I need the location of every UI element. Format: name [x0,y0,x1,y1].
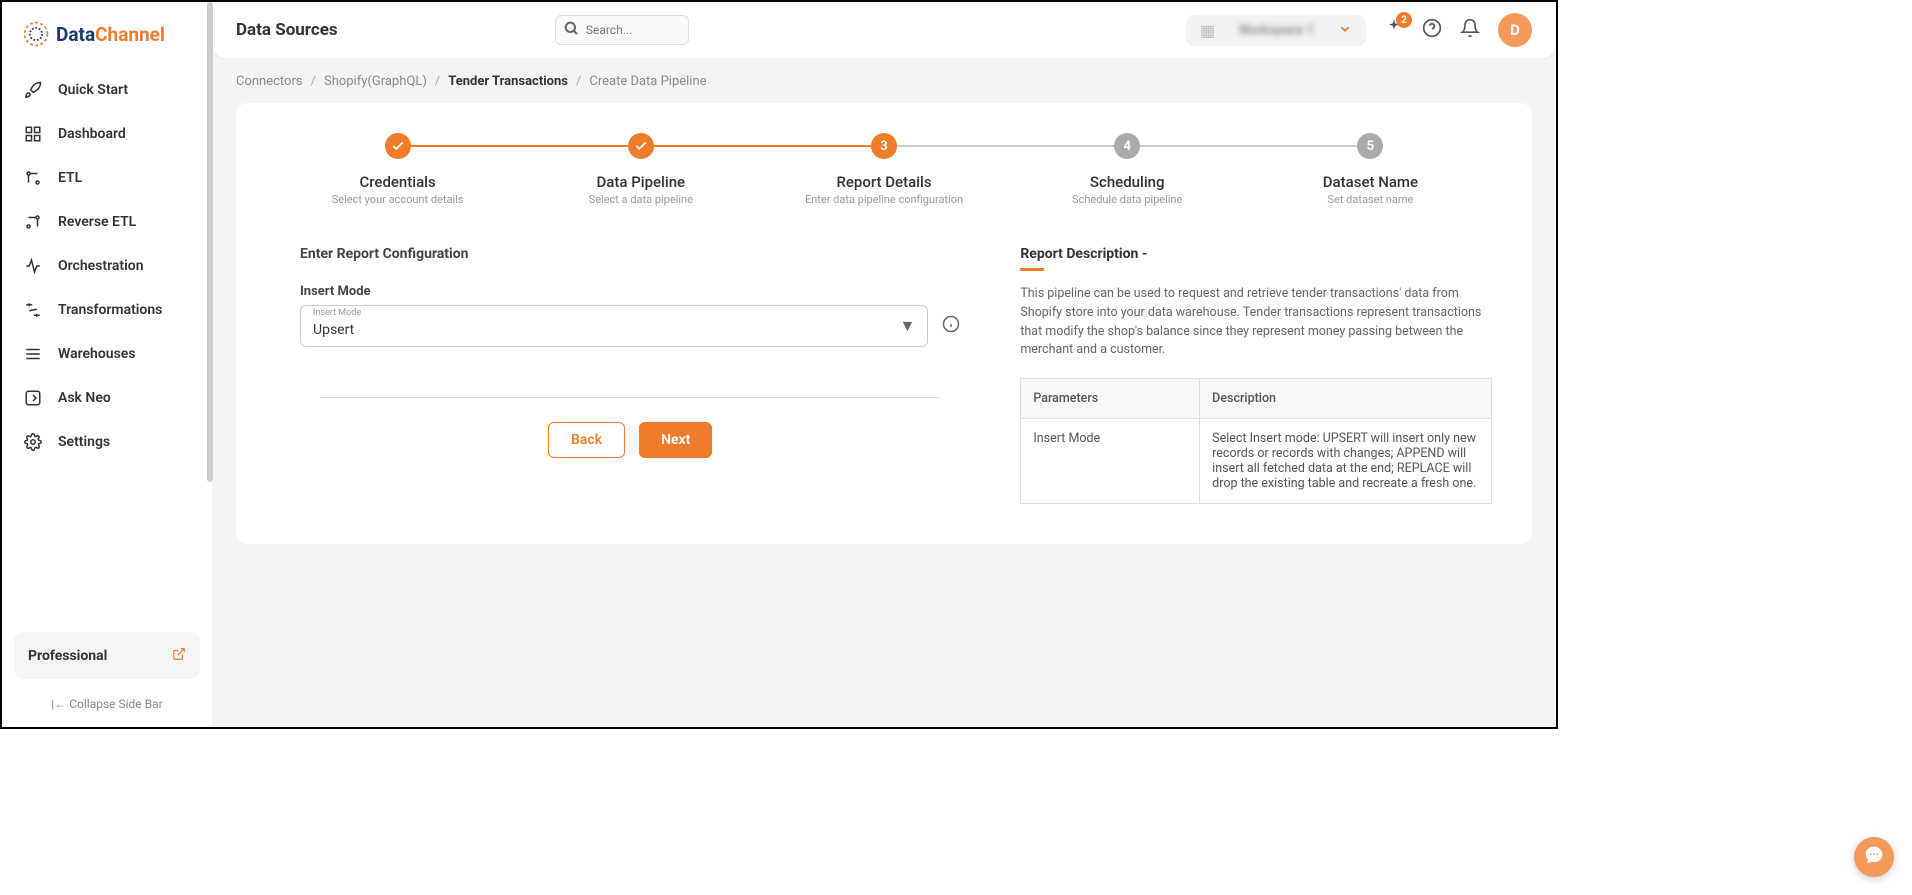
step-data-pipeline[interactable]: Data Pipeline Select a data pipeline [519,133,762,206]
description-text: This pipeline can be used to request and… [1020,285,1492,360]
form-card: Credentials Select your account details … [236,103,1532,544]
orchestration-icon [24,257,42,275]
etl-icon [24,169,42,187]
sidebar-item-label: ETL [58,170,82,186]
sidebar-item-label: Transformations [58,302,162,318]
table-row: Insert Mode Select Insert mode: UPSERT w… [1021,419,1492,504]
sidebar-scrollbar[interactable] [207,2,213,727]
help-icon [1422,18,1442,42]
logo-text: DataChannel [56,23,165,46]
sidebar-item-reverse-etl[interactable]: Reverse ETL [14,200,200,244]
table-header: Description [1200,379,1492,419]
ask-neo-icon [24,389,42,407]
notifications-button[interactable] [1460,18,1480,42]
parameters-table: Parameters Description Insert Mode Selec… [1020,378,1492,504]
step-dataset-name[interactable]: 5 Dataset Name Set dataset name [1249,133,1492,206]
collapse-sidebar-button[interactable]: |← Collapse Side Bar [14,691,200,717]
plan-label: Professional [28,648,107,664]
description-heading: Report Description - [1020,246,1492,262]
dropdown-arrow-icon: ▼ [899,316,915,336]
main: Data Sources ▦ Workspace 1 2 [212,2,1556,727]
breadcrumb-item[interactable]: Connectors [236,74,303,89]
sidebar-item-quick-start[interactable]: Quick Start [14,68,200,112]
page-title: Data Sources [236,20,338,40]
warehouse-icon [24,345,42,363]
rocket-icon [24,81,42,99]
help-button[interactable] [1422,18,1442,42]
dashboard-icon [24,125,42,143]
breadcrumb-item[interactable]: Shopify(GraphQL) [324,74,427,89]
divider [320,397,940,398]
next-button[interactable]: Next [639,422,712,458]
search-wrap [555,15,689,45]
plan-box[interactable]: Professional [14,632,200,679]
step-credentials[interactable]: Credentials Select your account details [276,133,519,206]
sidebar-item-settings[interactable]: Settings [14,420,200,464]
sidebar-item-label: Quick Start [58,82,128,98]
user-avatar[interactable]: D [1498,13,1532,47]
sidebar-item-etl[interactable]: ETL [14,156,200,200]
step-scheduling[interactable]: 4 Scheduling Schedule data pipeline [1006,133,1249,206]
sidebar-item-label: Warehouses [58,346,136,362]
chat-icon [1864,845,1884,869]
workspace-label: Workspace 1 [1239,23,1315,38]
notification-badge: 2 [1396,12,1412,28]
external-link-icon [172,646,186,665]
workspace-icon: ▦ [1200,21,1215,40]
step-report-details[interactable]: 3 Report Details Enter data pipeline con… [762,133,1005,206]
chat-fab[interactable] [1854,837,1894,877]
logo[interactable]: DataChannel [14,20,200,48]
breadcrumb-item-active: Tender Transactions [448,74,568,89]
sidebar-item-ask-neo[interactable]: Ask Neo [14,376,200,420]
stepper: Credentials Select your account details … [276,133,1492,206]
field-label: Insert Mode [300,284,960,299]
sidebar-item-label: Ask Neo [58,390,111,406]
sidebar-item-orchestration[interactable]: Orchestration [14,244,200,288]
sparkle-button[interactable]: 2 [1384,18,1404,42]
settings-icon [24,433,42,451]
sidebar-item-transformations[interactable]: Transformations [14,288,200,332]
sidebar-item-dashboard[interactable]: Dashboard [14,112,200,156]
sidebar-item-label: Reverse ETL [58,214,136,230]
reverse-etl-icon [24,213,42,231]
breadcrumb: Connectors / Shopify(GraphQL) / Tender T… [236,74,1532,89]
section-heading: Enter Report Configuration [300,246,960,262]
search-icon [563,20,579,40]
bell-icon [1460,18,1480,42]
logo-icon [22,20,50,48]
sidebar: DataChannel Quick Start Dashboard ETL Re… [2,2,212,727]
sidebar-item-warehouses[interactable]: Warehouses [14,332,200,376]
table-header: Parameters [1021,379,1200,419]
sidebar-item-label: Dashboard [58,126,126,142]
breadcrumb-item[interactable]: Create Data Pipeline [589,74,706,89]
workspace-selector[interactable]: ▦ Workspace 1 [1186,15,1366,46]
sidebar-item-label: Settings [58,434,110,450]
back-button[interactable]: Back [548,422,625,458]
insert-mode-select[interactable]: Insert Mode Upsert ▼ [300,305,928,347]
info-icon[interactable] [942,315,960,337]
transform-icon [24,301,42,319]
chevron-down-icon [1338,21,1352,40]
collapse-icon: |← [51,697,66,711]
sidebar-item-label: Orchestration [58,258,144,274]
topbar: Data Sources ▦ Workspace 1 2 [212,2,1556,58]
